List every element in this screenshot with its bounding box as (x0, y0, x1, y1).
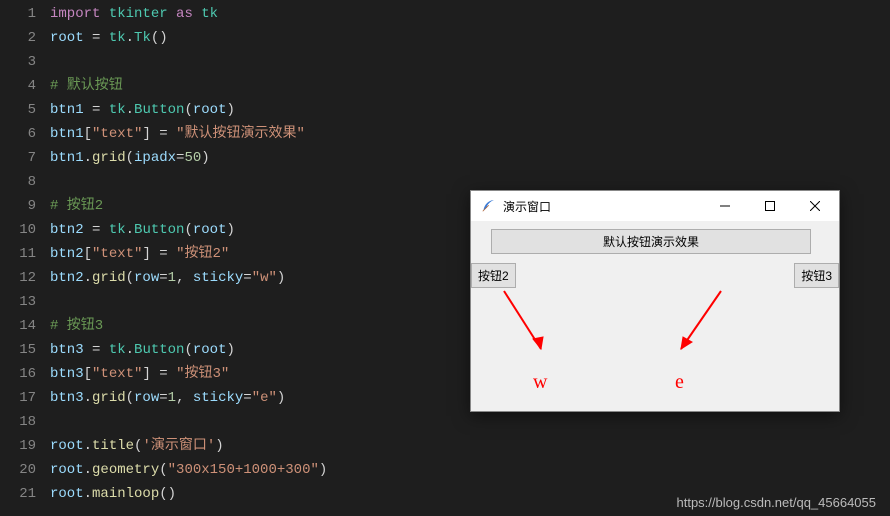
line-number: 11 (0, 242, 36, 266)
line-number: 20 (0, 458, 36, 482)
line-number: 6 (0, 122, 36, 146)
annotation-e: e (675, 371, 684, 394)
line-number: 2 (0, 26, 36, 50)
line-number: 16 (0, 362, 36, 386)
button-3[interactable]: 按钮3 (794, 263, 839, 288)
app-icon (479, 197, 497, 215)
minimize-button[interactable] (702, 192, 747, 220)
watermark: https://blog.csdn.net/qq_45664055 (677, 495, 877, 510)
line-number: 12 (0, 266, 36, 290)
line-number: 14 (0, 314, 36, 338)
close-icon (810, 201, 820, 211)
maximize-button[interactable] (747, 192, 792, 220)
annotation-w: w (533, 371, 547, 394)
default-demo-button[interactable]: 默认按钮演示效果 (491, 229, 811, 254)
line-number: 19 (0, 434, 36, 458)
close-button[interactable] (792, 192, 837, 220)
code-line[interactable]: root.title('演示窗口') (50, 434, 890, 458)
code-line[interactable]: import tkinter as tk (50, 2, 890, 26)
line-number: 13 (0, 290, 36, 314)
code-line[interactable]: btn1 = tk.Button(root) (50, 98, 890, 122)
maximize-icon (765, 201, 775, 211)
line-number-gutter: 123456789101112131415161718192021 (0, 0, 50, 516)
window-client-area: 默认按钮演示效果 按钮2 按钮3 w e (471, 221, 839, 411)
minimize-icon (720, 201, 730, 211)
window-titlebar[interactable]: 演示窗口 (471, 191, 839, 221)
line-number: 10 (0, 218, 36, 242)
window-title: 演示窗口 (503, 198, 702, 215)
code-line[interactable]: root.geometry("300x150+1000+300") (50, 458, 890, 482)
line-number: 1 (0, 2, 36, 26)
arrow-e-icon (661, 287, 741, 367)
code-line[interactable] (50, 50, 890, 74)
line-number: 17 (0, 386, 36, 410)
line-number: 5 (0, 98, 36, 122)
code-line[interactable]: btn1["text"] = "默认按钮演示效果" (50, 122, 890, 146)
demo-window: 演示窗口 默认按钮演示效果 按钮2 按钮3 w e (470, 190, 840, 412)
code-line[interactable] (50, 410, 890, 434)
code-line[interactable]: btn1.grid(ipadx=50) (50, 146, 890, 170)
line-number: 15 (0, 338, 36, 362)
line-number: 3 (0, 50, 36, 74)
code-line[interactable]: # 默认按钮 (50, 74, 890, 98)
line-number: 9 (0, 194, 36, 218)
arrow-w-icon (489, 287, 559, 367)
line-number: 18 (0, 410, 36, 434)
line-number: 21 (0, 482, 36, 506)
code-line[interactable]: root = tk.Tk() (50, 26, 890, 50)
line-number: 7 (0, 146, 36, 170)
line-number: 8 (0, 170, 36, 194)
button-2[interactable]: 按钮2 (471, 263, 516, 288)
line-number: 4 (0, 74, 36, 98)
